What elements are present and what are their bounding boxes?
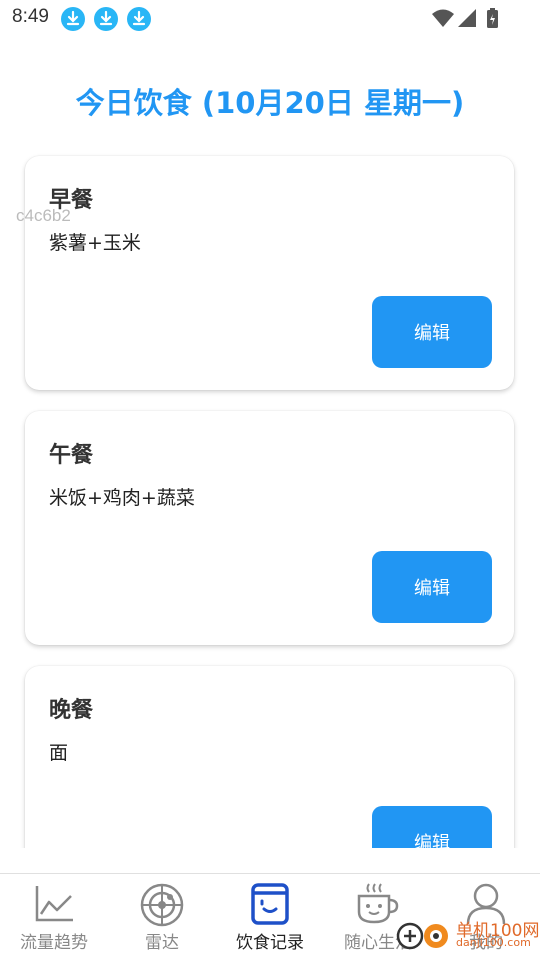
download-icon <box>127 7 151 31</box>
watermark-url: danji100.com <box>456 936 531 949</box>
nav-item-radar[interactable]: 雷达 <box>108 874 216 961</box>
food-record-icon <box>251 883 289 925</box>
nav-label: 饮食记录 <box>236 933 304 953</box>
meal-card-lunch: 午餐 米饭+鸡肉+蔬菜 编辑 <box>25 411 514 645</box>
nav-label: 雷达 <box>145 933 179 953</box>
meal-name: 午餐 <box>49 443 94 468</box>
download-icon <box>61 7 85 31</box>
meal-content: 紫薯+玉米 <box>49 232 141 254</box>
meal-card-dinner: 晚餐 面 编辑 <box>25 666 514 848</box>
coffee-cup-icon <box>357 883 399 924</box>
battery-icon <box>487 8 498 28</box>
nav-item-trend[interactable]: 流量趋势 <box>0 874 108 961</box>
edit-button[interactable]: 编辑 <box>372 296 492 368</box>
system-icons <box>432 8 500 34</box>
meal-name: 晚餐 <box>49 698 94 723</box>
download-icon <box>94 7 118 31</box>
status-bar: 8:49 <box>0 0 540 38</box>
meal-card-breakfast: 早餐 紫薯+玉米 编辑 <box>25 156 514 390</box>
edit-button[interactable]: 编辑 <box>372 806 492 848</box>
watermark-logo-icon <box>396 922 448 950</box>
meal-list[interactable]: 早餐 紫薯+玉米 编辑 午餐 米饭+鸡肉+蔬菜 编辑 晚餐 面 编辑 <box>0 140 540 848</box>
status-time: 8:49 <box>12 6 49 27</box>
wifi-icon <box>432 9 454 27</box>
meal-content: 米饭+鸡肉+蔬菜 <box>49 487 195 509</box>
radar-icon <box>140 883 184 927</box>
meal-content: 面 <box>49 742 69 764</box>
nav-item-food-record[interactable]: 饮食记录 <box>216 874 324 961</box>
signal-icon <box>458 9 476 27</box>
debug-id-label: c4c6b2 <box>16 206 71 225</box>
trend-chart-icon <box>35 886 73 922</box>
nav-label: 流量趋势 <box>20 933 88 953</box>
page-title: 今日饮食 (10月20日 星期一) <box>75 86 465 120</box>
edit-button[interactable]: 编辑 <box>372 551 492 623</box>
